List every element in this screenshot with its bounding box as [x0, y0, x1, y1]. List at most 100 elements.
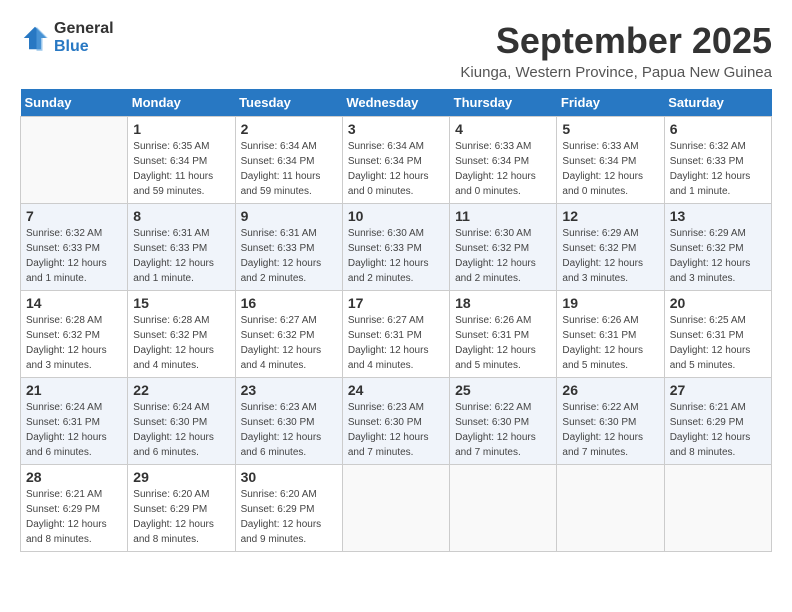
calendar-cell: 28 Sunrise: 6:21 AMSunset: 6:29 PMDayligh… [21, 465, 128, 552]
day-number: 25 [455, 382, 551, 398]
day-info: Sunrise: 6:29 AMSunset: 6:32 PMDaylight:… [670, 226, 766, 286]
day-info: Sunrise: 6:24 AMSunset: 6:31 PMDaylight:… [26, 400, 122, 460]
weekday-header-sunday: Sunday [21, 89, 128, 117]
day-number: 15 [133, 295, 229, 311]
calendar-cell [664, 465, 771, 552]
page-header: General Blue September 2025 Kiunga, West… [20, 20, 772, 81]
day-info: Sunrise: 6:34 AMSunset: 6:34 PMDaylight:… [241, 139, 337, 199]
day-number: 4 [455, 121, 551, 137]
calendar-cell [557, 465, 664, 552]
calendar-table: SundayMondayTuesdayWednesdayThursdayFrid… [20, 89, 772, 552]
calendar-week-row: 7 Sunrise: 6:32 AMSunset: 6:33 PMDaylight… [21, 204, 772, 291]
calendar-cell: 19 Sunrise: 6:26 AMSunset: 6:31 PMDayligh… [557, 291, 664, 378]
calendar-cell: 29Sunrise: 6:20 AMSunset: 6:29 PMDayligh… [128, 465, 235, 552]
weekday-header-saturday: Saturday [664, 89, 771, 117]
calendar-cell: 27Sunrise: 6:21 AMSunset: 6:29 PMDayligh… [664, 378, 771, 465]
day-number: 23 [241, 382, 337, 398]
calendar-cell: 22 Sunrise: 6:24 AMSunset: 6:30 PMDayligh… [128, 378, 235, 465]
day-info: Sunrise: 6:30 AMSunset: 6:33 PMDaylight:… [348, 226, 444, 286]
calendar-cell: 13 Sunrise: 6:29 AMSunset: 6:32 PMDayligh… [664, 204, 771, 291]
day-info: Sunrise: 6:28 AMSunset: 6:32 PMDaylight:… [26, 313, 122, 373]
day-info: Sunrise: 6:26 AMSunset: 6:31 PMDaylight:… [562, 313, 658, 373]
calendar-cell: 1 Sunrise: 6:35 AMSunset: 6:34 PMDaylight… [128, 117, 235, 204]
day-info: Sunrise: 6:20 AMSunset: 6:29 PMDaylight:… [241, 487, 337, 547]
day-number: 28 [26, 469, 122, 485]
calendar-week-row: 21 Sunrise: 6:24 AMSunset: 6:31 PMDayligh… [21, 378, 772, 465]
weekday-header-thursday: Thursday [450, 89, 557, 117]
day-number: 6 [670, 121, 766, 137]
day-info: Sunrise: 6:32 AMSunset: 6:33 PMDaylight:… [670, 139, 766, 199]
day-number: 3 [348, 121, 444, 137]
calendar-cell: 5 Sunrise: 6:33 AMSunset: 6:34 PMDaylight… [557, 117, 664, 204]
day-info: Sunrise: 6:26 AMSunset: 6:31 PMDaylight:… [455, 313, 551, 373]
day-info: Sunrise: 6:22 AMSunset: 6:30 PMDaylight:… [455, 400, 551, 460]
calendar-week-row: 14 Sunrise: 6:28 AMSunset: 6:32 PMDayligh… [21, 291, 772, 378]
day-info: Sunrise: 6:33 AMSunset: 6:34 PMDaylight:… [455, 139, 551, 199]
day-number: 10 [348, 208, 444, 224]
calendar-cell: 24 Sunrise: 6:23 AMSunset: 6:30 PMDayligh… [342, 378, 449, 465]
day-number: 19 [562, 295, 658, 311]
day-info: Sunrise: 6:23 AMSunset: 6:30 PMDaylight:… [348, 400, 444, 460]
calendar-cell: 6 Sunrise: 6:32 AMSunset: 6:33 PMDaylight… [664, 117, 771, 204]
calendar-cell: 30Sunrise: 6:20 AMSunset: 6:29 PMDayligh… [235, 465, 342, 552]
day-info: Sunrise: 6:34 AMSunset: 6:34 PMDaylight:… [348, 139, 444, 199]
weekday-header-friday: Friday [557, 89, 664, 117]
day-info: Sunrise: 6:23 AMSunset: 6:30 PMDaylight:… [241, 400, 337, 460]
calendar-cell: 2 Sunrise: 6:34 AMSunset: 6:34 PMDaylight… [235, 117, 342, 204]
location-title: Kiunga, Western Province, Papua New Guin… [460, 64, 772, 81]
day-info: Sunrise: 6:21 AMSunset: 6:29 PMDaylight:… [26, 487, 122, 547]
calendar-cell [342, 465, 449, 552]
day-number: 9 [241, 208, 337, 224]
calendar-cell: 7 Sunrise: 6:32 AMSunset: 6:33 PMDaylight… [21, 204, 128, 291]
calendar-cell: 12 Sunrise: 6:29 AMSunset: 6:32 PMDayligh… [557, 204, 664, 291]
logo-icon [20, 23, 50, 53]
day-info: Sunrise: 6:30 AMSunset: 6:32 PMDaylight:… [455, 226, 551, 286]
day-number: 16 [241, 295, 337, 311]
calendar-cell: 20 Sunrise: 6:25 AMSunset: 6:31 PMDayligh… [664, 291, 771, 378]
day-info: Sunrise: 6:33 AMSunset: 6:34 PMDaylight:… [562, 139, 658, 199]
day-number: 22 [133, 382, 229, 398]
day-info: Sunrise: 6:27 AMSunset: 6:31 PMDaylight:… [348, 313, 444, 373]
calendar-cell: 23 Sunrise: 6:23 AMSunset: 6:30 PMDayligh… [235, 378, 342, 465]
day-number: 7 [26, 208, 122, 224]
day-info: Sunrise: 6:22 AMSunset: 6:30 PMDaylight:… [562, 400, 658, 460]
day-info: Sunrise: 6:29 AMSunset: 6:32 PMDaylight:… [562, 226, 658, 286]
weekday-header-row: SundayMondayTuesdayWednesdayThursdayFrid… [21, 89, 772, 117]
calendar-cell: 4 Sunrise: 6:33 AMSunset: 6:34 PMDaylight… [450, 117, 557, 204]
calendar-cell: 21 Sunrise: 6:24 AMSunset: 6:31 PMDayligh… [21, 378, 128, 465]
day-info: Sunrise: 6:31 AMSunset: 6:33 PMDaylight:… [133, 226, 229, 286]
calendar-cell: 15Sunrise: 6:28 AMSunset: 6:32 PMDayligh… [128, 291, 235, 378]
day-info: Sunrise: 6:24 AMSunset: 6:30 PMDaylight:… [133, 400, 229, 460]
calendar-cell: 17 Sunrise: 6:27 AMSunset: 6:31 PMDayligh… [342, 291, 449, 378]
logo-text: General Blue [54, 20, 114, 56]
day-number: 21 [26, 382, 122, 398]
weekday-header-wednesday: Wednesday [342, 89, 449, 117]
day-info: Sunrise: 6:27 AMSunset: 6:32 PMDaylight:… [241, 313, 337, 373]
day-number: 13 [670, 208, 766, 224]
day-number: 24 [348, 382, 444, 398]
calendar-cell: 26Sunrise: 6:22 AMSunset: 6:30 PMDayligh… [557, 378, 664, 465]
calendar-cell: 14 Sunrise: 6:28 AMSunset: 6:32 PMDayligh… [21, 291, 128, 378]
calendar-week-row: 1 Sunrise: 6:35 AMSunset: 6:34 PMDaylight… [21, 117, 772, 204]
weekday-header-monday: Monday [128, 89, 235, 117]
day-number: 11 [455, 208, 551, 224]
day-number: 1 [133, 121, 229, 137]
calendar-cell: 8Sunrise: 6:31 AMSunset: 6:33 PMDaylight… [128, 204, 235, 291]
calendar-cell: 10 Sunrise: 6:30 AMSunset: 6:33 PMDayligh… [342, 204, 449, 291]
day-number: 5 [562, 121, 658, 137]
day-info: Sunrise: 6:32 AMSunset: 6:33 PMDaylight:… [26, 226, 122, 286]
day-info: Sunrise: 6:25 AMSunset: 6:31 PMDaylight:… [670, 313, 766, 373]
day-number: 17 [348, 295, 444, 311]
day-number: 2 [241, 121, 337, 137]
day-info: Sunrise: 6:20 AMSunset: 6:29 PMDaylight:… [133, 487, 229, 547]
day-number: 20 [670, 295, 766, 311]
day-number: 27 [670, 382, 766, 398]
day-number: 12 [562, 208, 658, 224]
calendar-cell: 18 Sunrise: 6:26 AMSunset: 6:31 PMDayligh… [450, 291, 557, 378]
day-info: Sunrise: 6:35 AMSunset: 6:34 PMDaylight:… [133, 139, 229, 199]
day-number: 14 [26, 295, 122, 311]
day-number: 18 [455, 295, 551, 311]
calendar-cell [450, 465, 557, 552]
calendar-cell: 11 Sunrise: 6:30 AMSunset: 6:32 PMDayligh… [450, 204, 557, 291]
logo: General Blue [20, 20, 114, 56]
